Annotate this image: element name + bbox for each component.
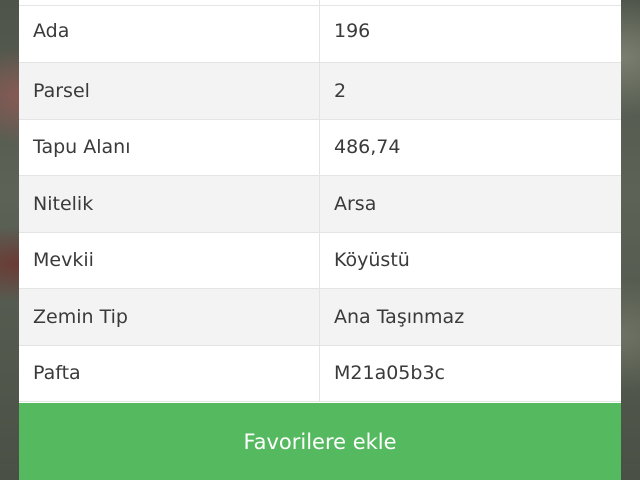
- row-label: Pafta: [19, 345, 320, 402]
- parcel-details-table: Ada 196 Parsel 2 Tapu Alanı 486,74 Nitel…: [19, 0, 621, 402]
- row-value: Arsa: [319, 175, 621, 233]
- add-to-favorites-button[interactable]: Favorilere ekle: [19, 403, 621, 480]
- row-label: Tapu Alanı: [19, 119, 320, 176]
- row-label: Mevkii: [19, 232, 320, 289]
- row-value: 2: [319, 62, 621, 120]
- row-label: Zemin Tip: [19, 288, 320, 346]
- table-row-pafta: Pafta M21a05b3c: [19, 345, 621, 402]
- table-row-mevkii: Mevkii Köyüstü: [19, 232, 621, 289]
- table-row-nitelik: Nitelik Arsa: [19, 175, 621, 233]
- table-row-parsel: Parsel 2: [19, 62, 621, 120]
- table-row-ada: Ada 196: [19, 0, 621, 63]
- row-label: Parsel: [19, 62, 320, 120]
- row-value: Köyüstü: [319, 232, 621, 289]
- row-value: 486,74: [319, 119, 621, 176]
- row-label: Ada: [19, 0, 320, 63]
- row-value: Ana Taşınmaz: [319, 288, 621, 346]
- row-label: Nitelik: [19, 175, 320, 233]
- parcel-info-panel: Ada 196 Parsel 2 Tapu Alanı 486,74 Nitel…: [19, 0, 621, 480]
- table-row-tapu-alani: Tapu Alanı 486,74: [19, 119, 621, 176]
- table-row-zemin-tip: Zemin Tip Ana Taşınmaz: [19, 288, 621, 346]
- row-value: 196: [319, 0, 621, 63]
- divider: [19, 5, 621, 6]
- row-value: M21a05b3c: [319, 345, 621, 402]
